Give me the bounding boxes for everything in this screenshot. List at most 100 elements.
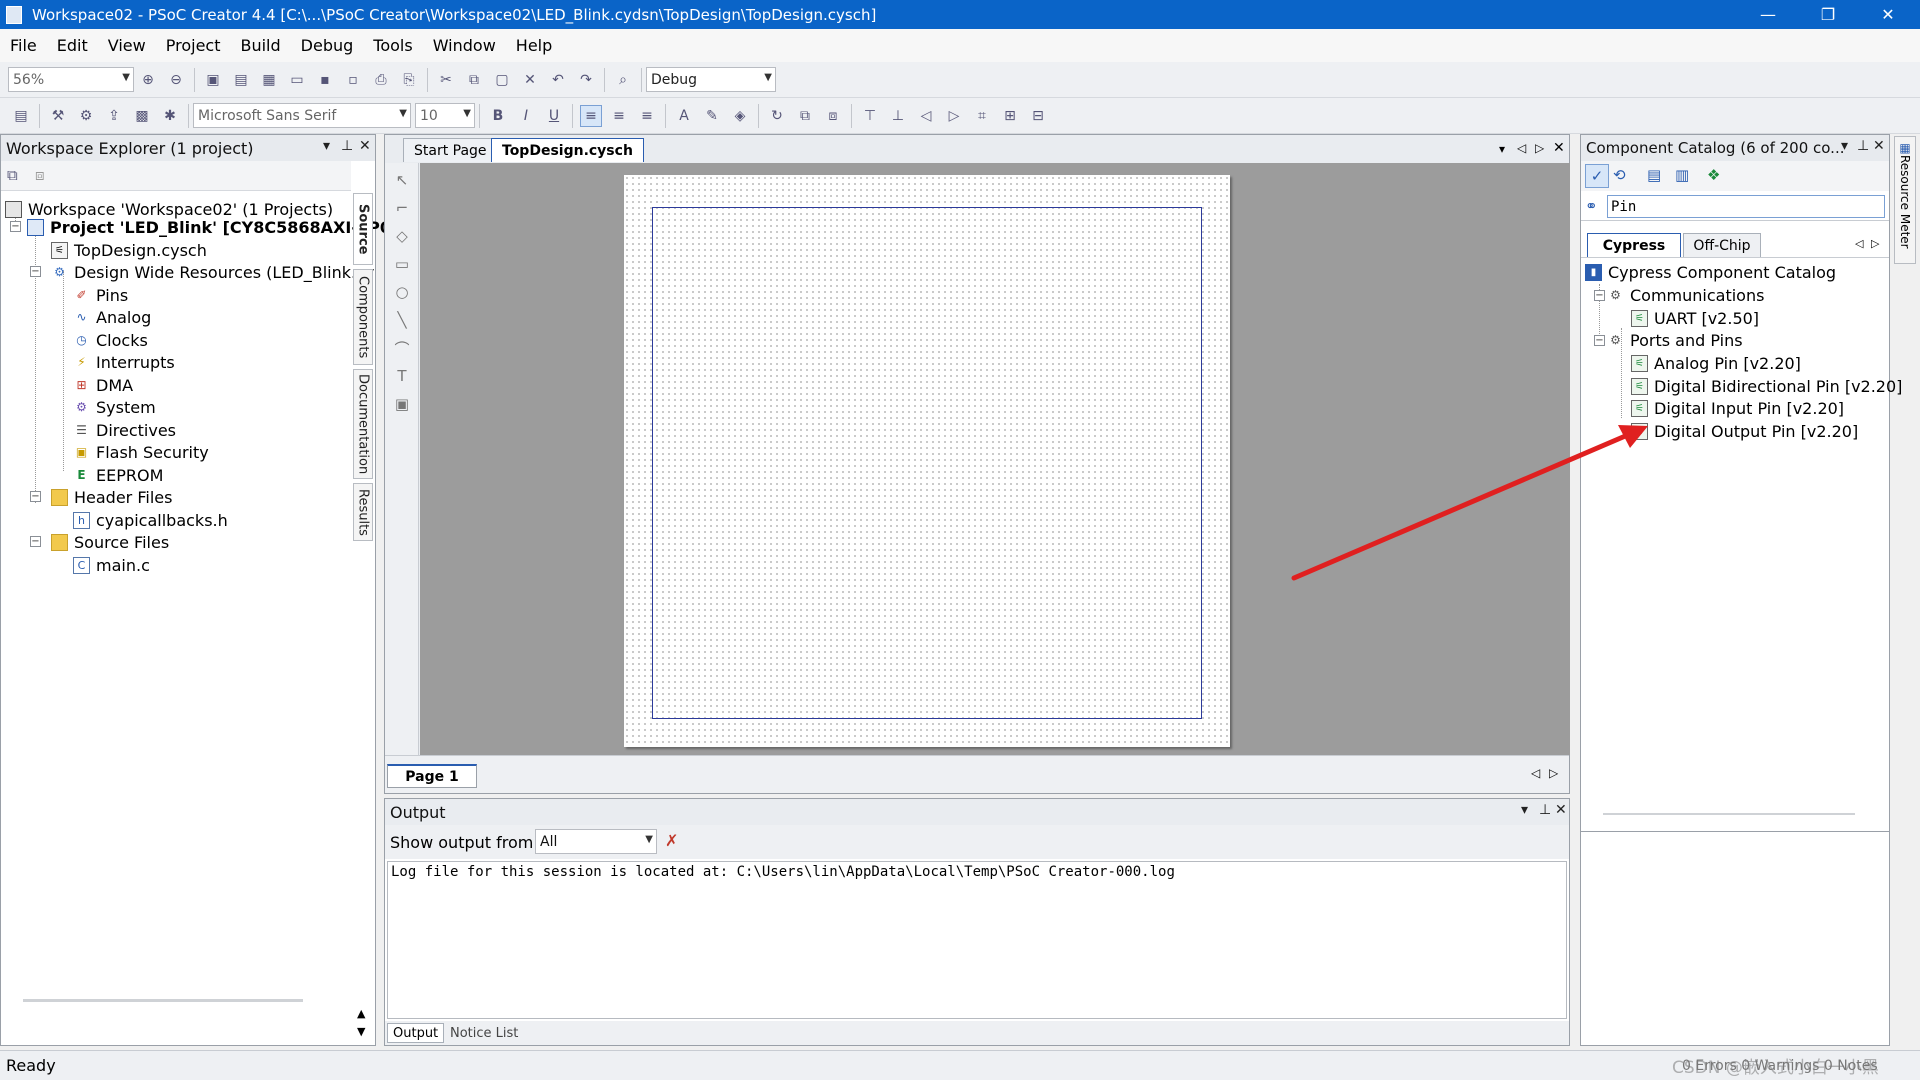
program-icon[interactable]: ⇪ bbox=[103, 105, 125, 127]
tree-dma[interactable]: ⊞ DMA bbox=[73, 374, 133, 396]
group-icon[interactable]: ⊞ bbox=[999, 105, 1021, 127]
menu-build[interactable]: Build bbox=[230, 36, 290, 55]
snap-icon[interactable]: ⌗ bbox=[971, 105, 993, 127]
rectangle-tool-icon[interactable]: ▭ bbox=[391, 253, 413, 275]
tree-dwr[interactable]: ⚙ Design Wide Resources (LED_Blink.cy bbox=[51, 261, 374, 283]
explorer-hscrollbar[interactable] bbox=[23, 999, 303, 1002]
image-tool-icon[interactable]: ▣ bbox=[391, 393, 413, 415]
catalog-tab-offchip[interactable]: Off-Chip bbox=[1683, 233, 1761, 257]
align-center-icon[interactable]: ≡ bbox=[608, 105, 630, 127]
menu-window[interactable]: Window bbox=[423, 36, 506, 55]
catalog-root[interactable]: ▮ Cypress Component Catalog bbox=[1585, 261, 1836, 283]
catalog-dropdown-icon[interactable]: ▾ bbox=[1841, 138, 1848, 154]
redo-icon[interactable]: ↷ bbox=[575, 69, 597, 91]
tab-start-page[interactable]: Start Page bbox=[403, 138, 498, 162]
menu-help[interactable]: Help bbox=[506, 36, 562, 55]
expander-dwr[interactable]: − bbox=[30, 266, 41, 277]
zoom-in-icon[interactable]: ⊕ bbox=[137, 69, 159, 91]
debug-icon[interactable]: ✱ bbox=[159, 105, 181, 127]
copy-icon[interactable]: ⧉ bbox=[463, 69, 485, 91]
close-pane-icon[interactable]: ✕ bbox=[359, 138, 371, 154]
flip-icon[interactable]: ◁ bbox=[915, 105, 937, 127]
align-bottom-icon[interactable]: ⊥ bbox=[887, 105, 909, 127]
catalog-export-icon[interactable]: ▥ bbox=[1675, 166, 1689, 184]
tree-clocks[interactable]: ◷ Clocks bbox=[73, 329, 148, 351]
catalog-close-icon[interactable]: ✕ bbox=[1873, 138, 1885, 154]
minimize-button[interactable]: — bbox=[1738, 0, 1798, 29]
build-icon[interactable]: ⚙ bbox=[75, 105, 97, 127]
tree-directives[interactable]: ☰ Directives bbox=[73, 419, 176, 441]
ungroup-icon[interactable]: ⊟ bbox=[1027, 105, 1049, 127]
catalog-item-digital-input-pin[interactable]: ⚟ Digital Input Pin [v2.20] bbox=[1631, 397, 1844, 419]
catalog-splitter[interactable] bbox=[1603, 813, 1855, 815]
catalog-tab-next-icon[interactable]: ▷ bbox=[1871, 237, 1879, 250]
scroll-up-icon[interactable]: ▲ bbox=[357, 1007, 365, 1020]
cut-icon[interactable]: ✂ bbox=[435, 69, 457, 91]
font-size-select[interactable]: 10 ▼ bbox=[415, 103, 475, 128]
side-tab-documentation[interactable]: Documentation bbox=[353, 369, 373, 479]
page-prev-icon[interactable]: ◁ bbox=[1531, 766, 1540, 780]
tree-cyapicallbacks[interactable]: h cyapicallbacks.h bbox=[73, 509, 228, 531]
tab-topdesign[interactable]: TopDesign.cysch bbox=[491, 138, 644, 162]
output-tab[interactable]: Output bbox=[387, 1023, 445, 1043]
select-tool-icon[interactable]: ↖ bbox=[391, 169, 413, 191]
chip-icon[interactable]: ▩ bbox=[131, 105, 153, 127]
open-folder-icon[interactable]: ▭ bbox=[286, 69, 308, 91]
save-icon[interactable]: ▪ bbox=[314, 69, 336, 91]
restore-button[interactable]: ❐ bbox=[1798, 0, 1858, 29]
tree-topdesign[interactable]: ⚟ TopDesign.cysch bbox=[51, 239, 207, 261]
page-1-tab[interactable]: Page 1 bbox=[387, 764, 477, 788]
print-icon[interactable]: ⎙ bbox=[370, 69, 392, 91]
expander-project[interactable]: − bbox=[10, 221, 21, 232]
side-tab-source[interactable]: Source bbox=[353, 193, 373, 265]
new-file-icon[interactable]: ▤ bbox=[230, 69, 252, 91]
new-project-icon[interactable]: ▣ bbox=[202, 69, 224, 91]
add-item-icon[interactable]: ▦ bbox=[258, 69, 280, 91]
output-dropdown-icon[interactable]: ▾ bbox=[1521, 802, 1528, 818]
schematic-sheet[interactable] bbox=[624, 175, 1230, 747]
catalog-item-uart[interactable]: ⚟ UART [v2.50] bbox=[1631, 307, 1759, 329]
ellipse-tool-icon[interactable]: ○ bbox=[391, 281, 413, 303]
font-color-icon[interactable]: A bbox=[673, 105, 695, 127]
tab-prev-icon[interactable]: ◁ bbox=[1517, 141, 1526, 155]
catalog-item-analog-pin[interactable]: ⚟ Analog Pin [v2.20] bbox=[1631, 352, 1801, 374]
catalog-refresh-icon[interactable]: ⟲ bbox=[1613, 166, 1626, 184]
bring-front-icon[interactable]: ⧉ bbox=[794, 105, 816, 127]
catalog-tab-cypress[interactable]: Cypress bbox=[1587, 233, 1681, 257]
show-output-select[interactable]: All ▼ bbox=[535, 829, 657, 854]
delete-icon[interactable]: ✕ bbox=[519, 69, 541, 91]
notice-list-tab[interactable]: Notice List bbox=[445, 1023, 523, 1043]
catalog-item-digital-bidirectional-pin[interactable]: ⚟ Digital Bidirectional Pin [v2.20] bbox=[1631, 375, 1902, 397]
print-preview-icon[interactable]: ⎘ bbox=[398, 69, 420, 91]
bold-icon[interactable]: B bbox=[487, 105, 509, 127]
align-left-icon[interactable]: ≡ bbox=[580, 104, 602, 127]
tree-header-files[interactable]: Header Files bbox=[51, 486, 172, 508]
tree-system[interactable]: ⚙ System bbox=[73, 396, 156, 418]
mirror-icon[interactable]: ▷ bbox=[943, 105, 965, 127]
expander-ports-and-pins[interactable]: − bbox=[1594, 335, 1605, 346]
catalog-update-icon[interactable]: ❖ bbox=[1707, 166, 1720, 184]
menu-project[interactable]: Project bbox=[156, 36, 231, 55]
text-tool-icon[interactable]: T bbox=[391, 365, 413, 387]
side-tab-components[interactable]: Components bbox=[353, 269, 373, 365]
schematic-canvas[interactable] bbox=[420, 163, 1570, 755]
catalog-pin-icon[interactable]: ⊥ bbox=[1857, 138, 1869, 154]
tree-main-c[interactable]: Cmain.c bbox=[73, 554, 150, 576]
clean-icon[interactable]: ⚒ bbox=[47, 105, 69, 127]
align-right-icon[interactable]: ≡ bbox=[636, 105, 658, 127]
tree-flash-security[interactable]: ▣ Flash Security bbox=[73, 441, 209, 463]
catalog-group-ports-and-pins[interactable]: ⚙ Ports and Pins bbox=[1607, 329, 1742, 351]
tree-project[interactable]: Project 'LED_Blink' [CY8C5868AXI-LP0 bbox=[27, 216, 391, 238]
menu-tools[interactable]: Tools bbox=[363, 36, 422, 55]
catalog-import-icon[interactable]: ▤ bbox=[1647, 166, 1661, 184]
rotate-icon[interactable]: ↻ bbox=[766, 105, 788, 127]
collapse-all-icon[interactable]: ⧉ bbox=[7, 166, 18, 184]
tree-analog[interactable]: ∿ Analog bbox=[73, 306, 151, 328]
page-next-icon[interactable]: ▷ bbox=[1549, 766, 1558, 780]
zoom-out-icon[interactable]: ⊖ bbox=[165, 69, 187, 91]
tree-source-files[interactable]: Source Files bbox=[51, 531, 169, 553]
pin-icon[interactable]: ⊥ bbox=[341, 138, 353, 154]
zoom-select[interactable]: 56% ▼ bbox=[8, 67, 134, 92]
menu-debug[interactable]: Debug bbox=[291, 36, 364, 55]
paste-icon[interactable]: ▢ bbox=[491, 69, 513, 91]
